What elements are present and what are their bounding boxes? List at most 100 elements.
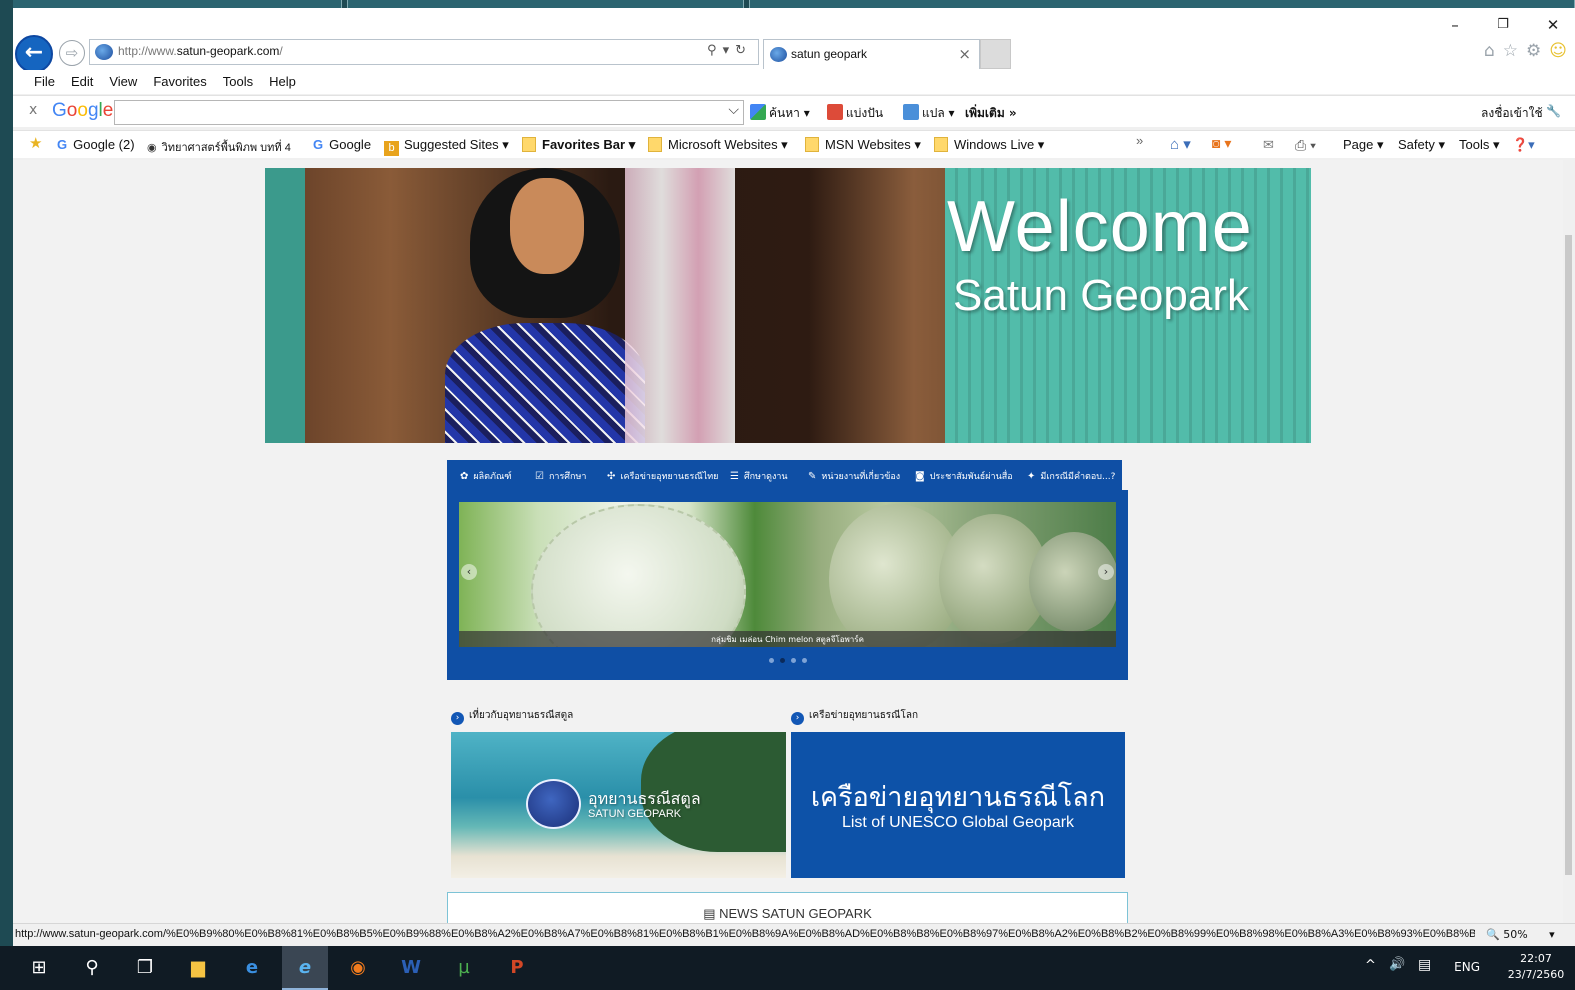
tab-title: satun geopark — [791, 47, 868, 61]
favorites-overflow-button[interactable]: » — [1136, 133, 1143, 148]
chevron-down-icon[interactable]: ▾ — [723, 43, 736, 58]
favorite-geoscience[interactable]: ◉ วิทยาศาสตร์พื้นพิภพ บทที่ 4 — [147, 138, 291, 156]
print-button[interactable]: ⎙ ▾ — [1295, 137, 1316, 154]
menu-help[interactable]: Help — [269, 74, 296, 89]
site-nav-related-agencies[interactable]: ✎ หน่วยงานที่เกี่ยวข้อง — [808, 469, 900, 483]
new-tab-button[interactable] — [980, 39, 1011, 69]
menu-file[interactable]: File — [34, 74, 55, 89]
unesco-geopark-card[interactable]: เครือข่ายอุทยานธรณีโลก List of UNESCO Gl… — [791, 732, 1125, 878]
safety-menu-button[interactable]: Safety ▾ — [1398, 137, 1445, 153]
hero-face — [510, 178, 584, 274]
help-icon[interactable]: ❓▾ — [1512, 137, 1535, 153]
notification-icon[interactable]: ▤ — [1418, 957, 1431, 973]
zoom-control[interactable]: 🔍 50% ▾ — [1486, 928, 1555, 941]
input-language[interactable]: ENG — [1454, 960, 1480, 974]
menu-tools[interactable]: Tools — [223, 74, 253, 89]
favorite-microsoft-websites[interactable]: Microsoft Websites ▾ — [648, 137, 788, 153]
google-translate-button[interactable]: แปล ▾ — [903, 104, 955, 123]
chevron-down-icon: ▾ — [1549, 928, 1555, 941]
google-toolbar-close-button[interactable]: x — [29, 102, 37, 118]
close-button[interactable]: ✕ — [1533, 14, 1573, 38]
slider-dot[interactable] — [801, 658, 807, 663]
site-nav-label: เครือข่ายอุทยานธรณีไทย — [620, 472, 719, 482]
edit-icon: ☑ — [535, 471, 544, 482]
status-url: http://www.satun-geopark.com/%E0%B9%80%E… — [15, 928, 1475, 940]
google-search-input[interactable] — [114, 100, 744, 125]
folder-icon — [805, 137, 819, 152]
menu-favorites[interactable]: Favorites — [153, 74, 206, 89]
slider-dot[interactable] — [779, 658, 785, 663]
google-signin-button[interactable]: ลงชื่อเข้าใช้ — [1481, 104, 1543, 123]
search-icon[interactable]: ⚲ — [80, 956, 104, 980]
word-icon[interactable]: W — [399, 956, 423, 980]
melon-shape — [531, 504, 746, 647]
address-bar[interactable]: http://www.satun-geopark.com/ ⚲▾↻ — [89, 39, 759, 65]
favorite-label: Windows Live ▾ — [954, 137, 1045, 152]
address-text[interactable]: http://www.satun-geopark.com/ — [118, 44, 283, 58]
refresh-icon[interactable]: ↻ — [735, 43, 752, 58]
wrench-icon[interactable]: 🔧 — [1546, 104, 1561, 118]
site-nav-thai-geopark-network[interactable]: ✣ เครือข่ายอุทยานธรณีไทย — [607, 469, 718, 483]
chevron-up-icon[interactable]: ^ — [1365, 958, 1376, 973]
task-view-icon[interactable]: ❐ — [133, 956, 157, 980]
google-share-button[interactable]: แบ่งปัน — [827, 104, 883, 123]
section-heading-about-satun[interactable]: › เที่ยวกับอุทยานธรณีสตูล — [451, 708, 573, 725]
menu-edit[interactable]: Edit — [71, 74, 93, 89]
favorite-google[interactable]: G Google — [313, 137, 371, 152]
slide-image-melons[interactable]: ‹ › กลุ่มชิม เมล่อน Chim melon สตูลจีโอพ… — [459, 502, 1116, 647]
star-icon[interactable]: ☆ — [1503, 41, 1526, 61]
slider-prev-button[interactable]: ‹ — [461, 564, 477, 580]
site-nav-study-visit[interactable]: ☰ ศึกษาดูงาน — [730, 469, 788, 483]
feeds-button[interactable]: ◙ ▾ — [1212, 135, 1231, 152]
smiley-icon[interactable]: ☺ — [1549, 41, 1575, 61]
slider-dot[interactable] — [790, 658, 796, 663]
home-icon[interactable]: ⌂ — [1484, 41, 1503, 61]
firefox-icon[interactable]: ◉ — [346, 956, 370, 980]
minimize-button[interactable]: – — [1435, 14, 1475, 38]
slide-caption: กลุ่มชิม เมล่อน Chim melon สตูลจีโอพาร์ค — [711, 635, 864, 644]
search-icon[interactable]: ⚲ — [707, 43, 723, 58]
slider-next-button[interactable]: › — [1098, 564, 1114, 580]
restore-button[interactable]: ❐ — [1483, 14, 1523, 38]
home-button[interactable]: ⌂ ▾ — [1170, 135, 1191, 153]
favorite-msn-websites[interactable]: MSN Websites ▾ — [805, 137, 921, 153]
windows-start-icon[interactable]: ⊞ — [27, 956, 51, 980]
clock[interactable]: 22:07 23/7/2560 — [1507, 951, 1565, 983]
powerpoint-icon[interactable]: P — [505, 956, 529, 980]
site-nav-media-pr[interactable]: ◙ ประชาสัมพันธ์ผ่านสื่อ — [915, 469, 1013, 483]
favorite-google-2[interactable]: G Google (2) — [57, 137, 135, 152]
google-more-button[interactable]: เพิ่มเติม » — [965, 104, 1017, 123]
favorite-favorites-bar[interactable]: Favorites Bar ▾ — [522, 137, 635, 153]
page-menu-button[interactable]: Page ▾ — [1343, 137, 1384, 153]
scrollbar-thumb[interactable] — [1565, 235, 1572, 875]
page-scrollbar[interactable] — [1563, 160, 1575, 923]
favorite-windows-live[interactable]: Windows Live ▾ — [934, 137, 1044, 153]
menu-view[interactable]: View — [109, 74, 137, 89]
slider-dot[interactable] — [768, 658, 774, 663]
site-nav-products[interactable]: ✿ ผลิตภัณฑ์ — [460, 469, 512, 483]
section-heading-global-network[interactable]: › เครือข่ายอุทยานธรณีโลก — [791, 708, 918, 725]
site-nav-education[interactable]: ☑ การศึกษา — [535, 469, 586, 483]
link-icon: ✎ — [808, 471, 817, 482]
address-actions[interactable]: ⚲▾↻ — [707, 43, 752, 58]
satun-geopark-card[interactable]: อุทยานธรณีสตูล SATUN GEOPARK — [451, 732, 786, 878]
favorite-suggested-sites[interactable]: b Suggested Sites ▾ — [384, 137, 509, 156]
forward-button[interactable]: ⇨ — [59, 40, 85, 66]
tab-close-button[interactable]: × — [958, 45, 971, 63]
edge-icon[interactable]: e — [240, 956, 264, 980]
tools-menu-button[interactable]: Tools ▾ — [1459, 137, 1500, 153]
google-search-button[interactable]: ค้นหา ▾ — [750, 104, 810, 123]
internet-explorer-icon[interactable]: e — [293, 956, 317, 980]
site-nav-faq[interactable]: ✦ มีเกรณีมีคำตอบ...? — [1027, 469, 1115, 483]
file-explorer-icon[interactable]: ▆ — [186, 956, 210, 980]
gear-icon[interactable]: ⚙ — [1526, 41, 1549, 61]
mail-icon[interactable]: ✉ — [1263, 137, 1274, 153]
back-button[interactable]: ← — [15, 35, 53, 73]
hero-dress — [445, 323, 645, 443]
melon-shape — [1029, 532, 1116, 632]
tab-satun-geopark[interactable]: satun geopark × — [763, 39, 980, 69]
volume-icon[interactable]: 🔊 — [1389, 957, 1405, 972]
utorrent-icon[interactable]: µ — [452, 956, 476, 980]
favorite-label: Suggested Sites ▾ — [404, 137, 509, 152]
favorites-star-icon[interactable]: ★ — [29, 134, 42, 152]
